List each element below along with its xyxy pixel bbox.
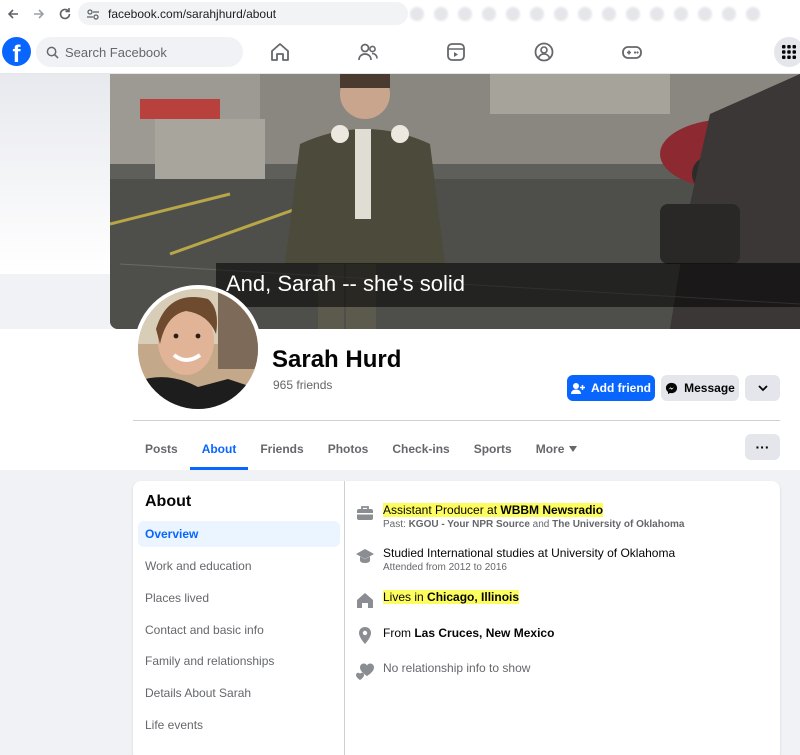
gaming-icon[interactable] xyxy=(621,41,643,63)
home-icon xyxy=(357,593,373,608)
message-button[interactable]: Message xyxy=(661,375,739,401)
menu-grid-button[interactable] xyxy=(774,37,800,67)
overview-from: From Las Cruces, New Mexico xyxy=(355,626,554,646)
search-icon xyxy=(46,46,59,59)
avatar-photo xyxy=(138,289,258,409)
friends-icon[interactable] xyxy=(357,41,379,63)
caret-down-icon xyxy=(569,446,578,452)
cover-caption: And, Sarah -- she's solid xyxy=(216,263,800,307)
profile-avatar[interactable] xyxy=(134,285,262,413)
overview-lives-in: Lives in Chicago, Illinois xyxy=(355,590,520,610)
sidebar-item-details[interactable]: Details About Sarah xyxy=(138,680,340,706)
graduation-cap-icon xyxy=(356,549,374,563)
left-background xyxy=(0,74,110,274)
friends-count[interactable]: 965 friends xyxy=(273,378,332,392)
education-line[interactable]: Studied International studies at Univers… xyxy=(383,546,675,560)
sidebar-item-life-events[interactable]: Life events xyxy=(138,712,340,738)
work-title: Assistant Producer at xyxy=(383,503,501,517)
profile-tabs: Posts About Friends Photos Check-ins Spo… xyxy=(133,428,589,470)
groups-icon[interactable] xyxy=(533,41,555,63)
site-settings-icon[interactable] xyxy=(86,7,100,21)
profile-name: Sarah Hurd xyxy=(272,346,402,373)
overview-education: Studied International studies at Univers… xyxy=(355,546,675,573)
location-pin-icon xyxy=(359,627,371,644)
add-friend-icon xyxy=(571,382,585,394)
reload-icon[interactable] xyxy=(52,1,78,27)
back-arrow-icon[interactable] xyxy=(0,1,26,27)
relationship-line: No relationship info to show xyxy=(383,661,531,675)
menu-grid-icon xyxy=(782,45,796,59)
sidebar-item-work-education[interactable]: Work and education xyxy=(138,553,340,579)
overview-relationship: No relationship info to show xyxy=(355,661,530,681)
about-sidebar: About Overview Work and education Places… xyxy=(133,481,345,755)
browser-toolbar: facebook.com/sarahjhurd/about xyxy=(0,0,800,28)
work-past: Past: KGOU - Your NPR Source and The Uni… xyxy=(383,519,685,530)
from-line: From Las Cruces, New Mexico xyxy=(383,626,555,640)
tab-posts[interactable]: Posts xyxy=(133,428,190,470)
url-text: facebook.com/sarahjhurd/about xyxy=(108,6,277,21)
facebook-topbar: f xyxy=(0,28,800,74)
forward-arrow-icon[interactable] xyxy=(26,1,52,27)
current-city[interactable]: Chicago, Illinois xyxy=(427,590,519,604)
lives-in-line: Lives in Chicago, Illinois xyxy=(383,590,520,604)
overview-work: Assistant Producer at WBBM Newsradio Pas… xyxy=(355,503,684,530)
past-employer-1[interactable]: KGOU - Your NPR Source xyxy=(409,519,530,530)
about-card: About Overview Work and education Places… xyxy=(133,481,780,755)
address-bar[interactable]: facebook.com/sarahjhurd/about xyxy=(78,2,408,25)
tab-check-ins[interactable]: Check-ins xyxy=(380,428,461,470)
briefcase-icon xyxy=(357,506,373,520)
chevron-down-icon xyxy=(757,385,768,392)
search-box[interactable] xyxy=(36,37,243,67)
heart-icon xyxy=(356,663,374,680)
about-title: About xyxy=(145,493,192,510)
tab-friends[interactable]: Friends xyxy=(248,428,315,470)
facebook-logo[interactable]: f xyxy=(2,37,31,66)
tab-photos[interactable]: Photos xyxy=(316,428,381,470)
work-employer[interactable]: WBBM Newsradio xyxy=(500,503,603,517)
tab-sports[interactable]: Sports xyxy=(462,428,524,470)
add-friend-label: Add friend xyxy=(591,381,651,395)
sidebar-item-family-relationships[interactable]: Family and relationships xyxy=(138,648,340,674)
add-friend-button[interactable]: Add friend xyxy=(567,375,655,401)
search-input[interactable] xyxy=(65,44,225,60)
message-label: Message xyxy=(684,381,735,395)
video-icon[interactable] xyxy=(445,41,467,63)
sidebar-item-overview[interactable]: Overview xyxy=(138,521,340,547)
sidebar-item-contact-info[interactable]: Contact and basic info xyxy=(138,617,340,643)
profile-more-dropdown[interactable] xyxy=(745,375,780,401)
education-dates: Attended from 2012 to 2016 xyxy=(383,562,507,573)
header-divider xyxy=(133,420,780,421)
work-line: Assistant Producer at WBBM Newsradio xyxy=(383,503,684,517)
tab-more[interactable]: More xyxy=(524,428,590,470)
past-employer-2[interactable]: The University of Oklahoma xyxy=(552,519,684,530)
blurred-extensions xyxy=(410,4,800,24)
messenger-icon xyxy=(666,382,678,394)
home-icon[interactable] xyxy=(269,41,291,63)
sidebar-item-places-lived[interactable]: Places lived xyxy=(138,585,340,611)
tab-about[interactable]: About xyxy=(189,428,249,470)
tab-more-label: More xyxy=(535,442,565,456)
hometown[interactable]: Las Cruces, New Mexico xyxy=(414,626,554,640)
more-options-button[interactable]: ··· xyxy=(745,434,780,460)
